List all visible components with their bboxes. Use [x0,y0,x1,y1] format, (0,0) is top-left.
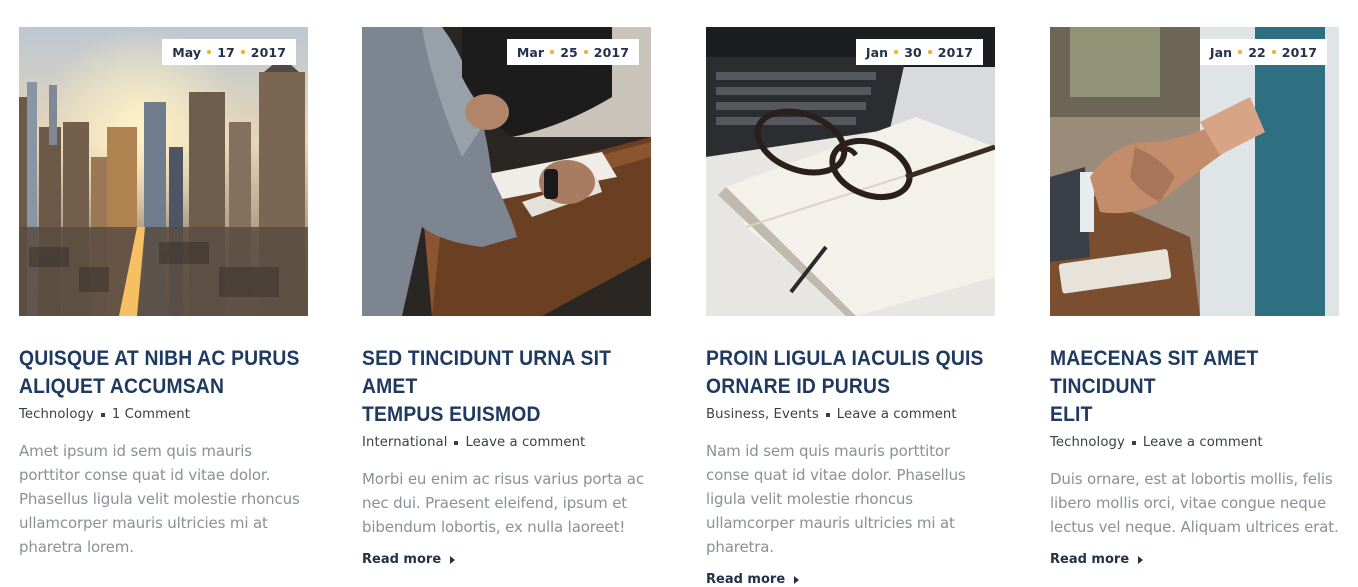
date-day: 25 [560,44,578,60]
date-month: Mar [516,44,545,60]
read-more-link[interactable]: Read more [1050,552,1339,567]
post-excerpt: Morbi eu enim ac risus varius porta ac n… [362,470,644,536]
post-meta: International Leave a comment [362,435,651,450]
read-more-label[interactable]: Read more [1050,552,1129,567]
post-thumbnail-glasses[interactable]: Jan 30 2017 [706,27,995,316]
post-title-line[interactable]: TEMPUS EUISMOD [362,401,656,429]
date-month: Jan [865,44,889,60]
dot-separator [207,50,212,54]
post-excerpt: Duis ornare, est at lobortis mollis, fel… [1050,470,1339,536]
date-year: 2017 [937,44,973,60]
meta-separator [100,412,105,417]
blog-post-card: Jan 30 2017 PROIN LIGULA IACULIS QUIS OR… [706,27,995,587]
date-year: 2017 [1281,44,1317,60]
date-year: 2017 [593,44,629,60]
person-writing-image [362,27,651,316]
post-comments-link[interactable]: Leave a comment [1143,435,1263,450]
post-comments-link[interactable]: Leave a comment [837,407,957,422]
post-excerpt: Amet ipsum id sem quis mauris porttitor … [19,442,300,556]
caret-right-icon[interactable] [794,575,800,584]
read-more-label[interactable]: Read more [706,572,785,587]
meta-separator [454,440,459,445]
post-title-line[interactable]: ALIQUET ACCUMSAN [19,373,313,401]
city-skyline-image [19,27,308,316]
dot-separator [1238,50,1243,54]
read-more-link[interactable]: Read more [362,552,651,567]
post-title-line[interactable]: QUISQUE AT NIBH AC PURUS [19,345,313,373]
post-category-link[interactable]: Technology [1050,435,1125,450]
post-date-badge: Jan 22 2017 [1199,39,1327,65]
blog-post-card: May 17 2017 QUISQUE AT NIBH AC PURUS ALI… [19,27,308,559]
post-title-line[interactable]: ORNARE ID PURUS [706,373,1000,401]
post-title-line[interactable]: MAECENAS SIT AMET TINCIDUNT [1050,345,1344,401]
post-title-line[interactable]: PROIN LIGULA IACULIS QUIS [706,345,1000,373]
blog-post-card: Mar 25 2017 SED TINCIDUNT URNA SIT AMET … [362,27,651,567]
post-thumbnail-desk[interactable]: Mar 25 2017 [362,27,651,316]
post-date-badge: Jan 30 2017 [855,39,983,65]
date-year: 2017 [250,44,286,60]
dot-separator [894,50,899,54]
post-excerpt: Nam id sem quis mauris porttitor conse q… [706,442,966,556]
post-title[interactable]: QUISQUE AT NIBH AC PURUS ALIQUET ACCUMSA… [19,345,313,401]
post-title[interactable]: SED TINCIDUNT URNA SIT AMET TEMPUS EUISM… [362,345,656,429]
post-date-badge: Mar 25 2017 [506,39,639,65]
date-month: May [172,44,202,60]
meta-separator [1131,440,1136,445]
dot-separator [927,50,932,54]
post-category-link[interactable]: International [362,435,447,450]
dot-separator [1271,50,1276,54]
post-comments-link[interactable]: Leave a comment [465,435,585,450]
post-category-link[interactable]: Technology [19,407,94,422]
date-day: 17 [217,44,235,60]
post-date-badge: May 17 2017 [162,39,296,65]
dot-separator [240,50,245,54]
post-meta: Technology 1 Comment [19,407,308,422]
date-month: Jan [1209,44,1233,60]
post-title[interactable]: PROIN LIGULA IACULIS QUIS ORNARE ID PURU… [706,345,1000,401]
post-meta: Technology Leave a comment [1050,435,1339,450]
caret-right-icon[interactable] [1138,555,1144,564]
caret-right-icon[interactable] [450,555,456,564]
post-title-line[interactable]: SED TINCIDUNT URNA SIT AMET [362,345,656,401]
blog-post-card: Jan 22 2017 MAECENAS SIT AMET TINCIDUNT … [1050,27,1339,567]
post-meta: Business, Events Leave a comment [706,407,995,422]
meta-separator [825,412,830,417]
glasses-notebook-image [706,27,995,316]
post-category-link[interactable]: Business, Events [706,407,819,422]
read-more-link[interactable]: Read more [706,572,995,587]
post-thumbnail-city[interactable]: May 17 2017 [19,27,308,316]
dot-separator [550,50,555,54]
date-day: 22 [1248,44,1266,60]
post-thumbnail-handshake[interactable]: Jan 22 2017 [1050,27,1339,316]
handshake-image [1050,27,1339,316]
post-comments-link[interactable]: 1 Comment [112,407,190,422]
post-title[interactable]: MAECENAS SIT AMET TINCIDUNT ELIT [1050,345,1344,429]
date-day: 30 [904,44,922,60]
read-more-label[interactable]: Read more [362,552,441,567]
dot-separator [583,50,588,54]
post-title-line[interactable]: ELIT [1050,401,1344,429]
